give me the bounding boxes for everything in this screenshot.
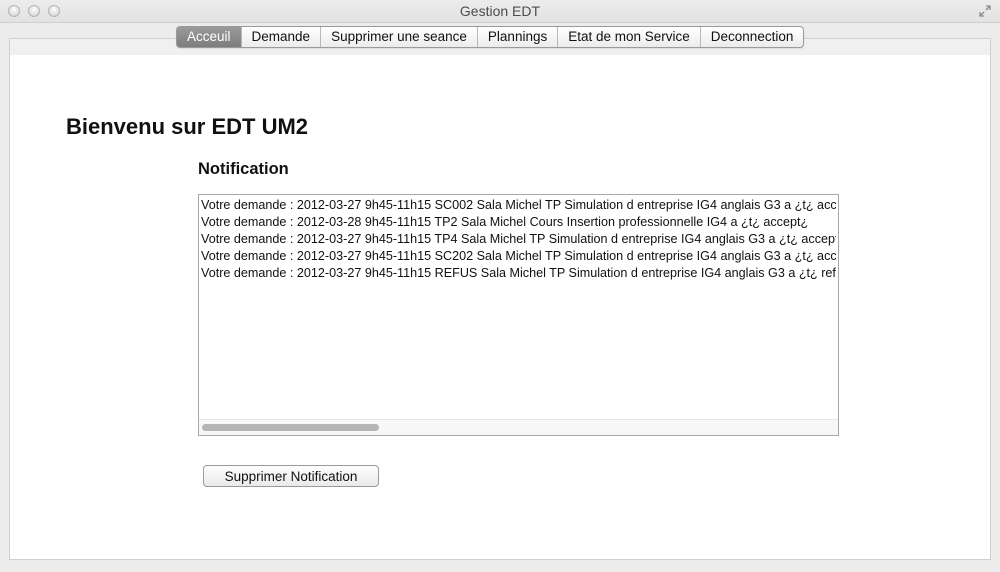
notification-heading: Notification [198,160,289,178]
list-item[interactable]: Votre demande : 2012-03-28 9h45-11h15 TP… [201,214,836,231]
tab-deconnection[interactable]: Deconnection [699,27,804,47]
tab-demande[interactable]: Demande [240,27,321,47]
title-bar: Gestion EDT [0,0,1000,23]
horizontal-scrollbar[interactable] [199,419,838,435]
tab-plannings[interactable]: Plannings [476,27,557,47]
tab-bar: Acceuil Demande Supprimer une seance Pla… [176,26,805,48]
window-title: Gestion EDT [459,3,541,19]
delete-notification-button[interactable]: Supprimer Notification [203,465,379,487]
list-item[interactable]: Votre demande : 2012-03-27 9h45-11h15 TP… [201,231,836,248]
tab-supprimer-seance[interactable]: Supprimer une seance [320,27,477,47]
notification-list[interactable]: Votre demande : 2012-03-27 9h45-11h15 SC… [198,194,839,436]
scrollbar-thumb[interactable] [202,424,379,431]
list-item[interactable]: Votre demande : 2012-03-27 9h45-11h15 SC… [201,197,836,214]
fullscreen-icon[interactable] [978,4,992,18]
tab-etat-service[interactable]: Etat de mon Service [557,27,700,47]
page-title: Bienvenu sur EDT UM2 [66,114,309,139]
list-item[interactable]: Votre demande : 2012-03-27 9h45-11h15 SC… [201,248,836,265]
tab-acceuil[interactable]: Acceuil [177,27,241,47]
list-item[interactable]: Votre demande : 2012-03-27 9h45-11h15 RE… [201,265,836,282]
